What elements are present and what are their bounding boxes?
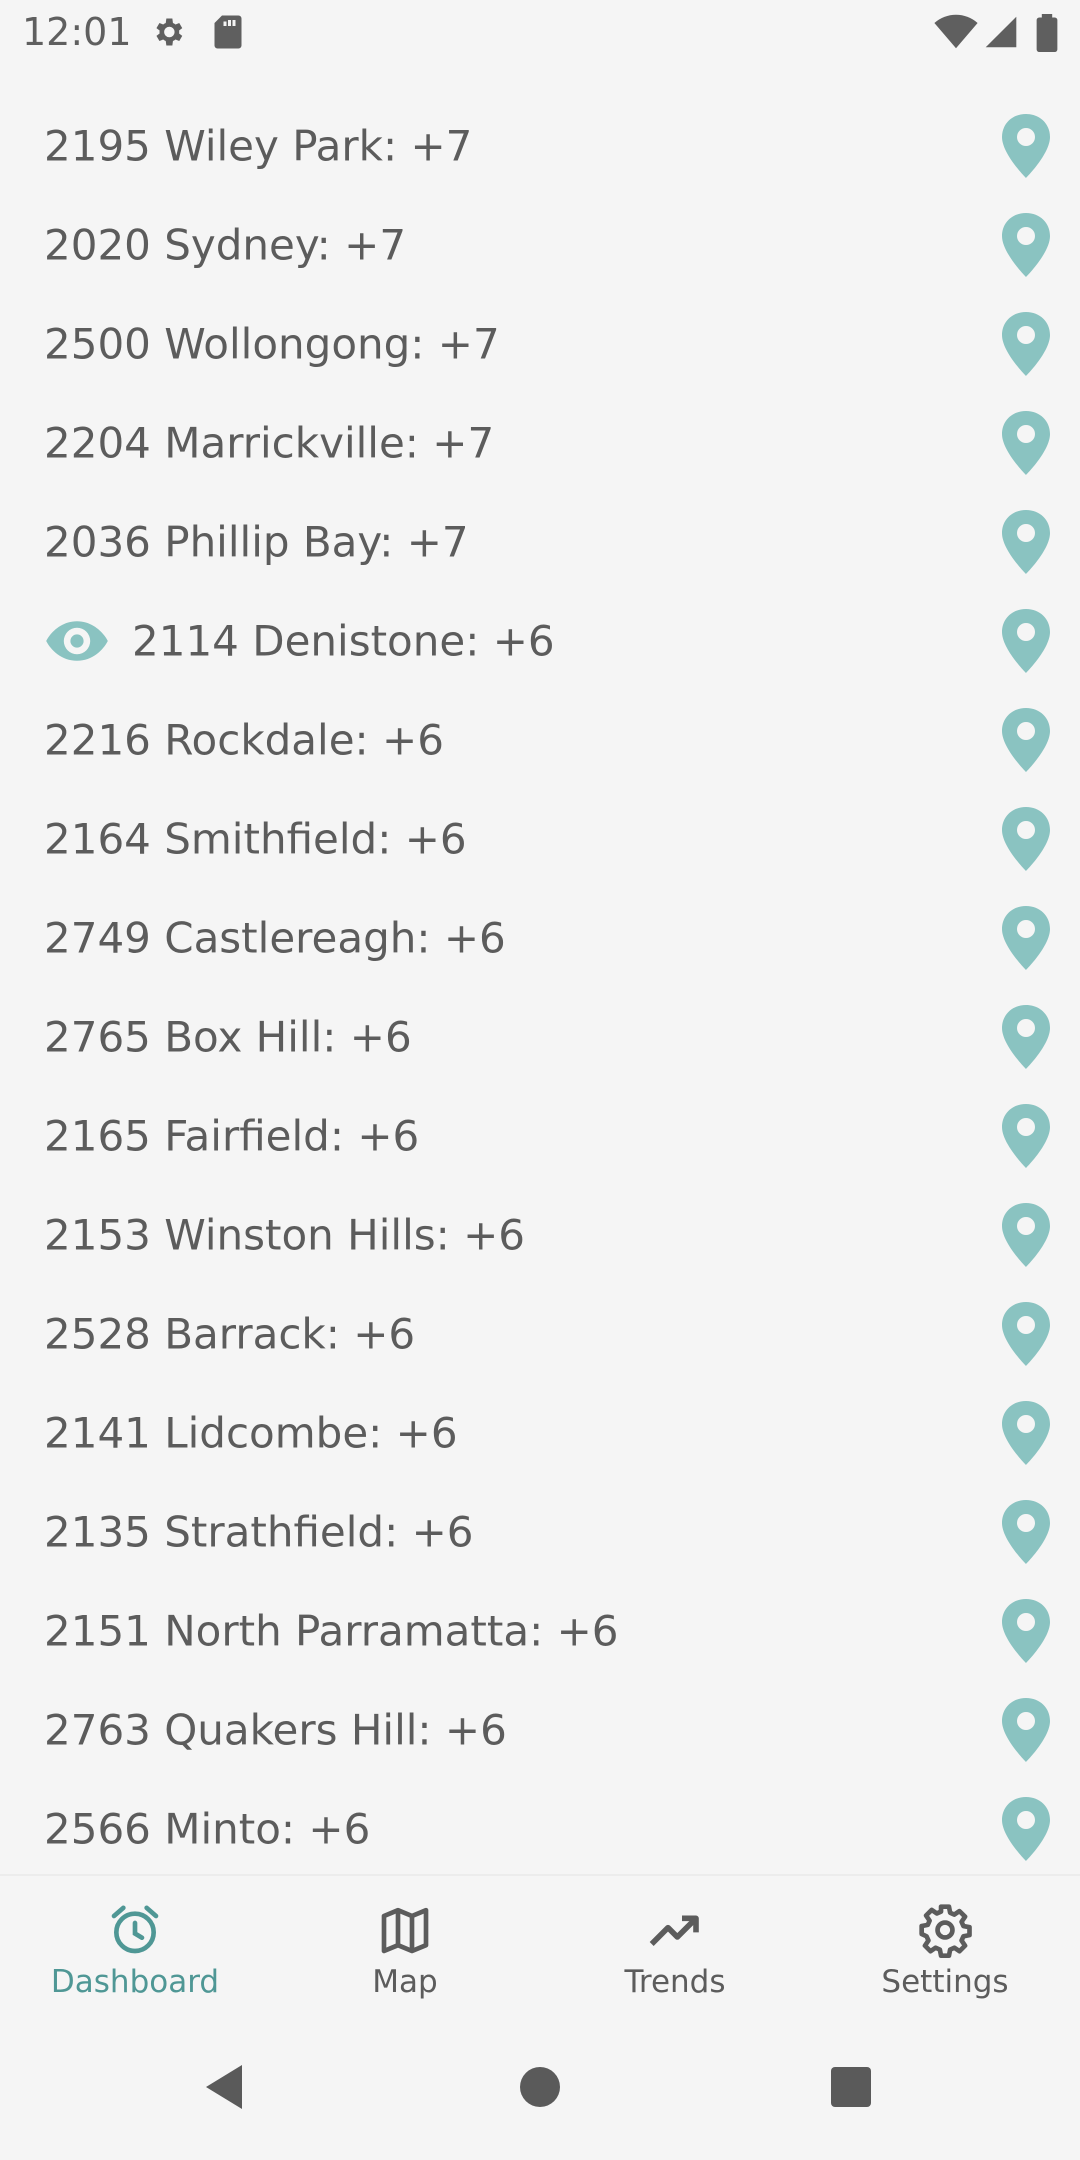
list-item[interactable]: 2763 Quakers Hill: +6	[0, 1680, 1080, 1779]
nav-label-settings: Settings	[881, 1964, 1009, 2000]
list-item[interactable]: 2216 Rockdale: +6	[0, 690, 1080, 789]
list-item[interactable]: 2151 North Parramatta: +6	[0, 1581, 1080, 1680]
list-item[interactable]: 2135 Strathfield: +6	[0, 1482, 1080, 1581]
list-item-label: 2114 Denistone: +6	[132, 616, 555, 665]
map-pin-icon[interactable]	[1000, 1598, 1052, 1663]
list-item[interactable]: 2195 Wiley Park: +7	[0, 96, 1080, 195]
list-item[interactable]: 2165 Fairfield: +6	[0, 1086, 1080, 1185]
list-item[interactable]: 2036 Phillip Bay: +7	[0, 492, 1080, 591]
map-pin-icon[interactable]	[1000, 806, 1052, 871]
bottom-navigation: Dashboard Map Trends Settings	[0, 1874, 1080, 2016]
list-item-label: 2036 Phillip Bay: +7	[44, 517, 469, 566]
map-pin-icon[interactable]	[1000, 1697, 1052, 1762]
list-item[interactable]: 2141 Lidcombe: +6	[0, 1383, 1080, 1482]
list-item[interactable]: 2114 Denistone: +6	[0, 591, 1080, 690]
home-icon[interactable]	[518, 2065, 562, 2109]
nav-map[interactable]: Map	[270, 1876, 540, 2016]
signal-icon	[985, 16, 1017, 48]
trending-up-icon	[649, 1915, 699, 1946]
settings-icon	[156, 18, 183, 46]
list-item-label: 2500 Wollongong: +7	[44, 319, 500, 368]
suburb-list[interactable]: 2195 Wiley Park: +7 2020 Sydney: +7 2500 W…	[0, 0, 1080, 1874]
map-pin-icon[interactable]	[1000, 1103, 1052, 1168]
list-item-label: 2749 Castlereagh: +6	[44, 913, 506, 962]
map-pin-icon[interactable]	[1000, 311, 1052, 376]
list-item-label: 2566 Minto: +6	[44, 1804, 371, 1853]
map-icon	[381, 1907, 429, 1954]
list-item[interactable]: 2500 Wollongong: +7	[0, 294, 1080, 393]
map-pin-icon[interactable]	[1000, 509, 1052, 574]
nav-dashboard[interactable]: Dashboard	[0, 1876, 270, 2016]
map-pin-icon[interactable]	[1000, 1400, 1052, 1465]
list-item[interactable]: 2153 Winston Hills: +6	[0, 1185, 1080, 1284]
list-item-label: 2763 Quakers Hill: +6	[44, 1705, 507, 1754]
list-item[interactable]: 2528 Barrack: +6	[0, 1284, 1080, 1383]
alarm-clock-icon	[111, 1905, 159, 1954]
list-item[interactable]: 2164 Smithfield: +6	[0, 789, 1080, 888]
map-pin-icon[interactable]	[1000, 410, 1052, 475]
map-pin-icon[interactable]	[1000, 1499, 1052, 1564]
map-pin-icon[interactable]	[1000, 608, 1052, 673]
list-item[interactable]: 2749 Castlereagh: +6	[0, 888, 1080, 987]
list-item-label: 2195 Wiley Park: +7	[44, 121, 473, 170]
list-item[interactable]: 2566 Minto: +6	[0, 1779, 1080, 1874]
system-navigation-bar	[0, 2014, 1080, 2160]
list-item-label: 2135 Strathfield: +6	[44, 1507, 474, 1556]
wifi-icon	[934, 14, 978, 49]
list-item-label: 2765 Box Hill: +6	[44, 1012, 412, 1061]
map-pin-icon[interactable]	[1000, 113, 1052, 178]
list-item[interactable]: 2020 Sydney: +7	[0, 195, 1080, 294]
list-item-label: 2164 Smithfield: +6	[44, 814, 467, 863]
nav-label-map: Map	[372, 1964, 438, 2000]
list-item-label: 2165 Fairfield: +6	[44, 1111, 420, 1160]
map-pin-icon[interactable]	[1000, 1796, 1052, 1861]
list-item-label: 2216 Rockdale: +6	[44, 715, 444, 764]
map-pin-icon[interactable]	[1000, 905, 1052, 970]
list-item-label: 2153 Winston Hills: +6	[44, 1210, 526, 1259]
list-item-label: 2020 Sydney: +7	[44, 220, 407, 269]
map-pin-icon[interactable]	[1000, 1202, 1052, 1267]
list-item[interactable]: 2204 Marrickville: +7	[0, 393, 1080, 492]
map-pin-icon[interactable]	[1000, 707, 1052, 772]
nav-label-dashboard: Dashboard	[50, 1964, 220, 2000]
map-pin-icon[interactable]	[1000, 1004, 1052, 1069]
map-pin-icon[interactable]	[1000, 212, 1052, 277]
list-item[interactable]: 2765 Box Hill: +6	[0, 987, 1080, 1086]
list-item-label: 2151 North Parramatta: +6	[44, 1606, 619, 1655]
back-icon[interactable]	[202, 2063, 246, 2111]
sd-card-icon	[214, 15, 242, 49]
list-item-label: 2528 Barrack: +6	[44, 1309, 416, 1358]
nav-trends[interactable]: Trends	[540, 1876, 810, 2016]
nav-label-trends: Trends	[624, 1964, 726, 2000]
list-item-label: 2204 Marrickville: +7	[44, 418, 495, 467]
gear-icon	[919, 1904, 972, 1958]
map-pin-icon[interactable]	[1000, 1301, 1052, 1366]
battery-icon	[1036, 14, 1058, 52]
nav-settings[interactable]: Settings	[810, 1876, 1080, 2016]
eye-icon	[46, 620, 108, 661]
recents-icon[interactable]	[829, 2065, 873, 2109]
status-bar: 12:01	[0, 0, 1080, 66]
status-time: 12:01	[22, 10, 132, 54]
list-item-label: 2141 Lidcombe: +6	[44, 1408, 458, 1457]
